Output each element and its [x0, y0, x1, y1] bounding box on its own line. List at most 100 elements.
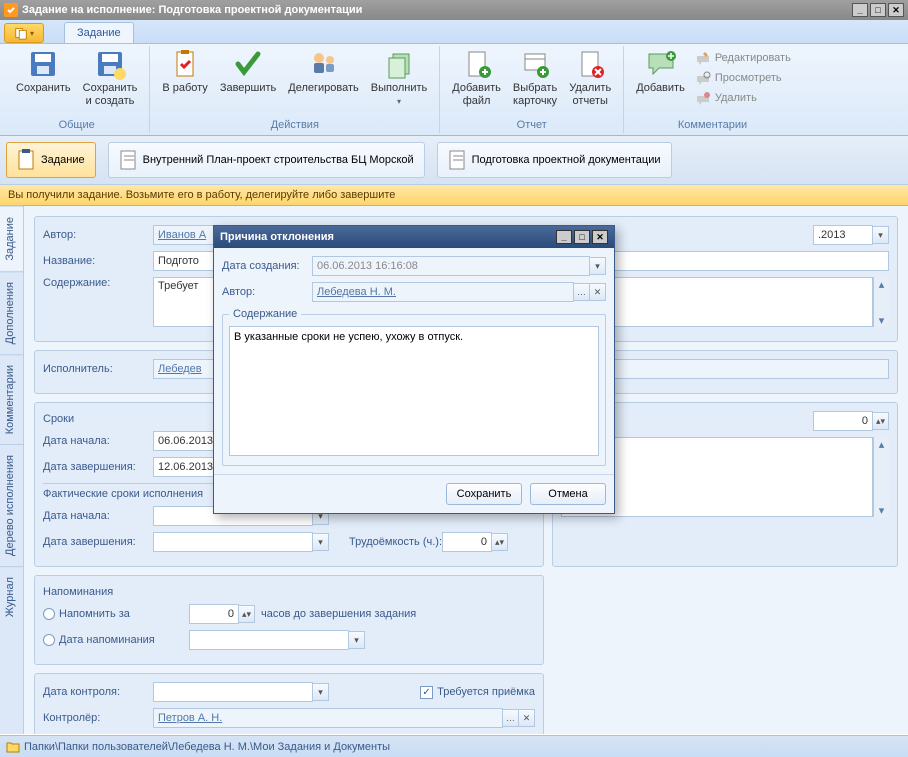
to-work-button[interactable]: В работу — [156, 46, 213, 97]
ribbon: Сохранить Сохранить и создать Общие В ра… — [0, 44, 908, 136]
aend-picker-button[interactable]: ▾ — [313, 533, 329, 551]
labor-stepper[interactable]: ▴▾ — [492, 533, 508, 551]
remind-title: Напоминания — [43, 584, 535, 600]
remind-in-stepper[interactable]: ▴▾ — [239, 605, 255, 623]
dialog-close-button[interactable]: ✕ — [592, 230, 608, 244]
ribbon-tab-task[interactable]: Задание — [64, 22, 134, 43]
remind-date-radio[interactable] — [43, 634, 55, 646]
astart-label: Дата начала: — [43, 510, 153, 522]
percent-field[interactable]: 0 — [813, 411, 873, 431]
execute-button[interactable]: Выполнить▾ — [365, 46, 433, 110]
check-icon — [232, 48, 264, 80]
side-tab-additions[interactable]: Дополнения — [0, 271, 23, 354]
dialog-titlebar: Причина отклонения _ □ ✕ — [214, 226, 614, 248]
side-tab-tree[interactable]: Дерево исполнения — [0, 444, 23, 566]
pick-card-button[interactable]: Выбрать карточку — [507, 46, 563, 110]
users-icon — [308, 48, 340, 80]
dialog-save-button[interactable]: Сохранить — [446, 483, 522, 505]
file-plus-icon — [461, 48, 493, 80]
view-comment-button[interactable]: Просмотреть — [691, 68, 795, 88]
save-button[interactable]: Сохранить — [10, 46, 77, 97]
clipboard-check-icon — [169, 48, 201, 80]
side-tab-log[interactable]: Журнал — [0, 566, 23, 627]
close-button[interactable]: ✕ — [888, 3, 904, 17]
aend-label: Дата завершения: — [43, 536, 153, 548]
remind-date-picker[interactable]: ▾ — [349, 631, 365, 649]
save-create-icon — [94, 48, 126, 80]
side-tab-comments[interactable]: Комментарии — [0, 354, 23, 444]
maximize-button[interactable]: □ — [870, 3, 886, 17]
side-tab-task[interactable]: Задание — [0, 206, 23, 271]
doc-tab-plan[interactable]: Внутренний План-проект строительства БЦ … — [108, 142, 425, 178]
dialog-author-browse-button[interactable]: … — [574, 283, 590, 301]
dialog-content-textarea[interactable] — [229, 326, 599, 456]
remind-date-label: Дата напоминания — [59, 634, 189, 646]
dialog-cancel-button[interactable]: Отмена — [530, 483, 606, 505]
dialog-title: Причина отклонения — [220, 231, 334, 243]
minimize-button[interactable]: _ — [852, 3, 868, 17]
eye-icon — [695, 70, 711, 86]
delete-comment-button[interactable]: Удалить — [691, 88, 795, 108]
trash-icon — [695, 90, 711, 106]
content-scrollbar[interactable]: ▴ ▾ — [873, 277, 889, 327]
scroll-down-icon[interactable]: ▾ — [874, 313, 889, 327]
doc-tab-prepare[interactable]: Подготовка проектной документации — [437, 142, 672, 178]
window-title: Задание на исполнение: Подготовка проект… — [22, 4, 362, 16]
remind-in-radio[interactable] — [43, 608, 55, 620]
dialog-author-field: Лебедева Н. М. — [312, 282, 574, 302]
labor-label: Трудоёмкость (ч.): — [349, 536, 442, 548]
dialog-date-picker[interactable]: ▾ — [590, 257, 606, 275]
remind-date-field[interactable] — [189, 630, 349, 650]
info-bar: Вы получили задание. Возьмите его в рабо… — [0, 185, 908, 206]
pencil-icon — [695, 50, 711, 66]
date-field-tail[interactable]: .2013 — [813, 225, 873, 245]
aend-field[interactable] — [153, 532, 313, 552]
clipboard-icon — [17, 149, 35, 171]
control-date-field[interactable] — [153, 682, 313, 702]
app-menu-button[interactable]: ▾ — [4, 23, 44, 43]
status-path: Папки\Папки пользователей\Лебедева Н. М.… — [24, 741, 390, 753]
dialog-date-field: 06.06.2013 16:16:08 — [312, 256, 590, 276]
delegate-button[interactable]: Делегировать — [282, 46, 365, 97]
control-date-label: Дата контроля: — [43, 686, 153, 698]
remind-in-label: Напомнить за — [59, 608, 189, 620]
comment-plus-icon — [645, 48, 677, 80]
accept-label: Требуется приёмка — [437, 686, 535, 698]
folder-icon — [6, 740, 20, 754]
controller-clear-button[interactable]: ✕ — [519, 709, 535, 727]
dialog-author-label: Автор: — [222, 286, 312, 298]
date-picker-button[interactable]: ▾ — [873, 226, 889, 244]
author-label: Автор: — [43, 229, 153, 241]
content-label: Содержание: — [43, 277, 153, 327]
accept-checkbox[interactable]: ✓ — [420, 686, 433, 699]
dialog-content-group: Содержание — [222, 308, 606, 466]
title-bar: Задание на исполнение: Подготовка проект… — [0, 0, 908, 20]
stack-icon — [383, 48, 415, 80]
controller-browse-button[interactable]: … — [503, 709, 519, 727]
dialog-content-title: Содержание — [229, 308, 301, 320]
dialog-date-label: Дата создания: — [222, 260, 312, 272]
remind-in-field[interactable]: 0 — [189, 604, 239, 624]
edit-comment-button[interactable]: Редактировать — [691, 48, 795, 68]
percent-stepper[interactable]: ▴▾ — [873, 412, 889, 430]
scroll-down-icon[interactable]: ▾ — [874, 503, 889, 517]
controller-field[interactable]: Петров А. Н. — [153, 708, 503, 728]
finish-button[interactable]: Завершить — [214, 46, 282, 97]
percent-scrollbar[interactable]: ▴▾ — [873, 437, 889, 517]
remind-in-suffix: часов до завершения задания — [261, 608, 416, 620]
delete-reports-button[interactable]: Удалить отчеты — [563, 46, 617, 110]
scroll-up-icon[interactable]: ▴ — [874, 277, 889, 291]
side-tabs: Задание Дополнения Комментарии Дерево ис… — [0, 206, 24, 734]
dialog-maximize-button[interactable]: □ — [574, 230, 590, 244]
doc-tab-task[interactable]: Задание — [6, 142, 96, 178]
save-create-button[interactable]: Сохранить и создать — [77, 46, 144, 110]
file-x-icon — [574, 48, 606, 80]
app-icon — [4, 3, 18, 17]
dialog-minimize-button[interactable]: _ — [556, 230, 572, 244]
add-file-button[interactable]: Добавить файл — [446, 46, 507, 110]
add-comment-button[interactable]: Добавить — [630, 46, 691, 97]
control-date-picker[interactable]: ▾ — [313, 683, 329, 701]
dialog-author-clear-button[interactable]: ✕ — [590, 283, 606, 301]
scroll-up-icon[interactable]: ▴ — [874, 437, 889, 451]
labor-field[interactable]: 0 — [442, 532, 492, 552]
